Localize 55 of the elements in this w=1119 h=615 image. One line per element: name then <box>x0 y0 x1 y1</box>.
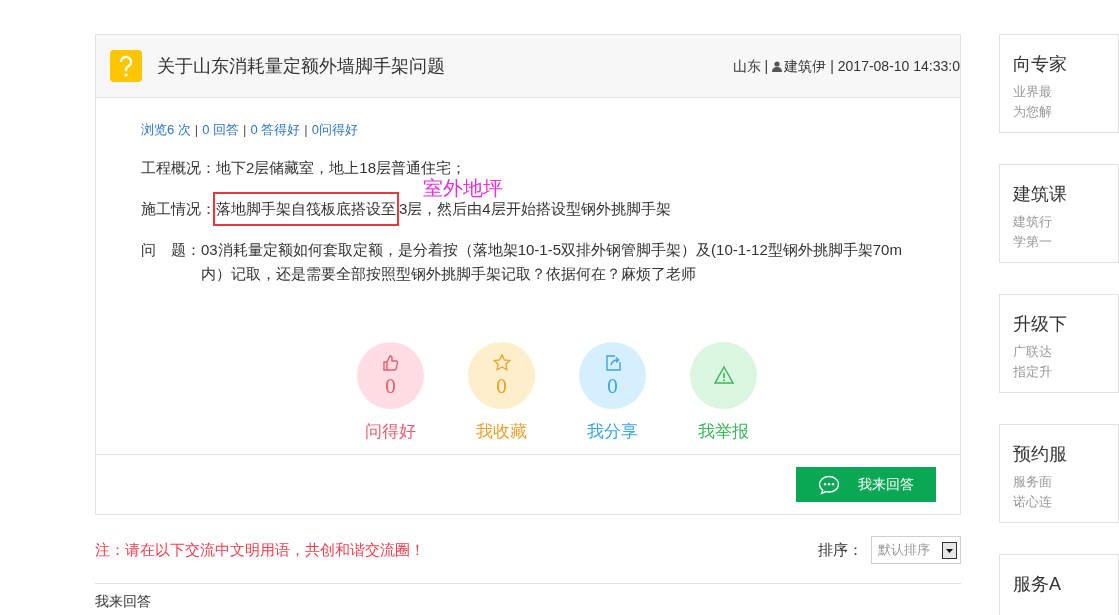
author-name[interactable]: 建筑伊 <box>784 55 827 77</box>
count-text: 0 <box>495 375 508 398</box>
card-description: 业界最 <box>1013 83 1053 101</box>
separator-text: | <box>194 121 199 139</box>
stat-link[interactable]: 0 回答 <box>202 120 240 140</box>
action-label[interactable]: 我分享 <box>587 418 638 444</box>
field-label: 问 题： <box>141 239 201 260</box>
field-label: 工程概况： <box>141 157 216 178</box>
card-title: 服务A <box>1013 573 1062 596</box>
separator-text: | <box>764 56 769 76</box>
card-title: 建筑课 <box>1013 183 1068 206</box>
count-text: 0 <box>606 375 619 398</box>
region-text: 山东 <box>732 56 761 76</box>
paragraph-text: 地下2层储藏室，地上18层普通住宅； <box>216 157 467 178</box>
thumbs-up-icon <box>380 352 401 373</box>
separator-text: | <box>304 121 308 139</box>
paragraph-text: 03消耗量定额如何套取定额，是分着按（落地架10-1-5双排外钢管脚手架）及(10-1-12型钢外挑脚手架70m内）记取，还是需要全部按照型钢外挑脚手架记取？依据何在？麻烦了老师 <box>201 239 903 284</box>
action-label[interactable]: 我举报 <box>698 418 749 444</box>
promo-card[interactable]: 预约服 服务面 诺心连 <box>999 424 1119 523</box>
count-text: 0 <box>384 375 397 398</box>
sort-label: 排序： <box>818 539 863 560</box>
promo-card[interactable]: 向专家 业界最 为您解 <box>999 34 1119 133</box>
card-description: 服务面 <box>1013 473 1053 491</box>
sort-dropdown[interactable]: 默认排序 <box>871 536 961 564</box>
card-title: 升级下 <box>1013 313 1068 336</box>
star-icon <box>491 352 512 373</box>
notice-text: 注：请在以下交流中文明用语，共创和谐交流圈！ <box>95 539 425 560</box>
question-mark-icon <box>110 50 142 82</box>
stat-link[interactable]: 浏览6 次 <box>141 120 191 140</box>
action-label[interactable]: 问得好 <box>365 418 416 444</box>
post-time: 2017-08-10 14:33:0 <box>837 56 960 76</box>
card-title: 预约服 <box>1013 443 1068 466</box>
separator-text: | <box>830 56 834 76</box>
promo-card[interactable]: 升级下 广联达 指定升 <box>999 294 1119 393</box>
card-title: 向专家 <box>1013 53 1068 76</box>
field-label: 施工情况： <box>141 198 216 219</box>
warning-icon <box>713 365 734 385</box>
chat-bubble-icon <box>818 474 840 495</box>
section-heading: 我来回答 <box>95 593 151 609</box>
stat-link[interactable]: 0问得好 <box>311 120 358 140</box>
handwritten-note: 室外地坪 <box>423 179 503 197</box>
stat-link[interactable]: 0 答得好 <box>250 120 301 140</box>
card-description: 广联达 <box>1013 343 1053 361</box>
paragraph-text: 3层，然后由4层开始搭设型钢外挑脚手架 <box>399 198 671 219</box>
highlighted-text: 落地脚手架自筏板底搭设至 <box>213 191 399 226</box>
card-description: 建筑行 <box>1013 213 1053 231</box>
question-title: 关于山东消耗量定额外墙脚手架问题 <box>157 54 445 78</box>
separator-text: | <box>243 121 247 139</box>
card-description: 为您解 <box>1013 103 1053 121</box>
card-description: 诺心连 <box>1013 493 1053 511</box>
answer-button[interactable]: 我来回答 <box>796 467 936 502</box>
promo-card[interactable]: 服务A <box>999 554 1119 615</box>
user-icon <box>772 60 783 72</box>
like-button[interactable]: 0 <box>357 341 424 409</box>
card-description: 指定升 <box>1013 363 1053 381</box>
